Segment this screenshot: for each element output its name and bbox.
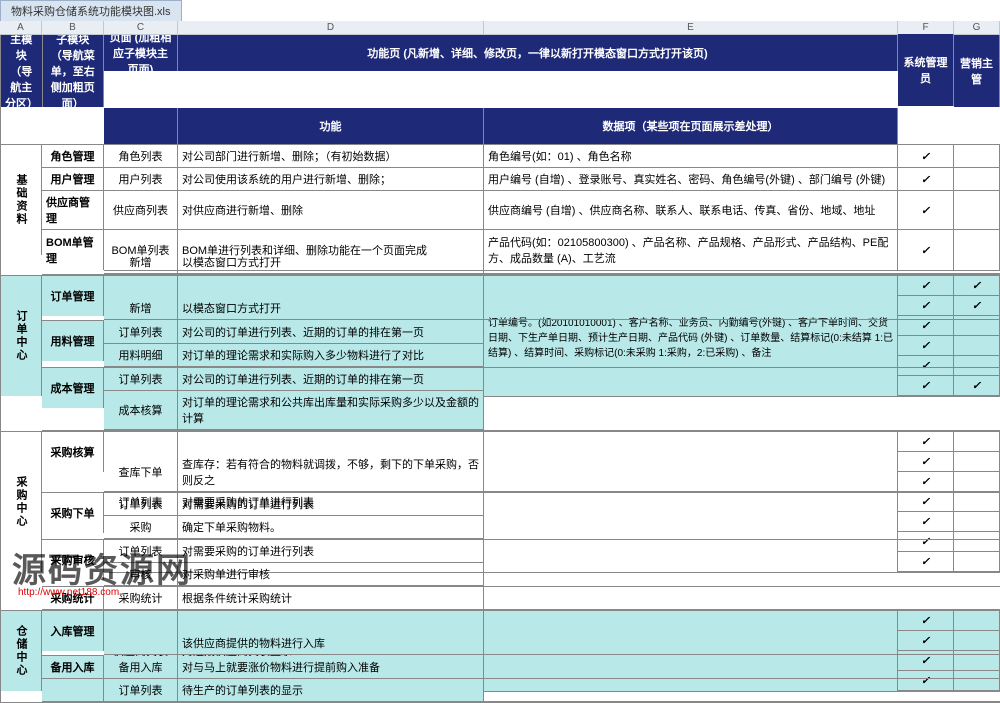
watermark-url: http://www.net188.com [18, 587, 119, 598]
spreadsheet-grid: 主模块（导航主分区） 子模块（导航菜单，至右侧加粗页面） 页面 (加粗相应子模块… [0, 35, 1000, 703]
column-headers: ABCDEFG [0, 21, 1000, 35]
file-tab[interactable]: 物料采购仓储系统功能模块图.xls [0, 0, 182, 21]
